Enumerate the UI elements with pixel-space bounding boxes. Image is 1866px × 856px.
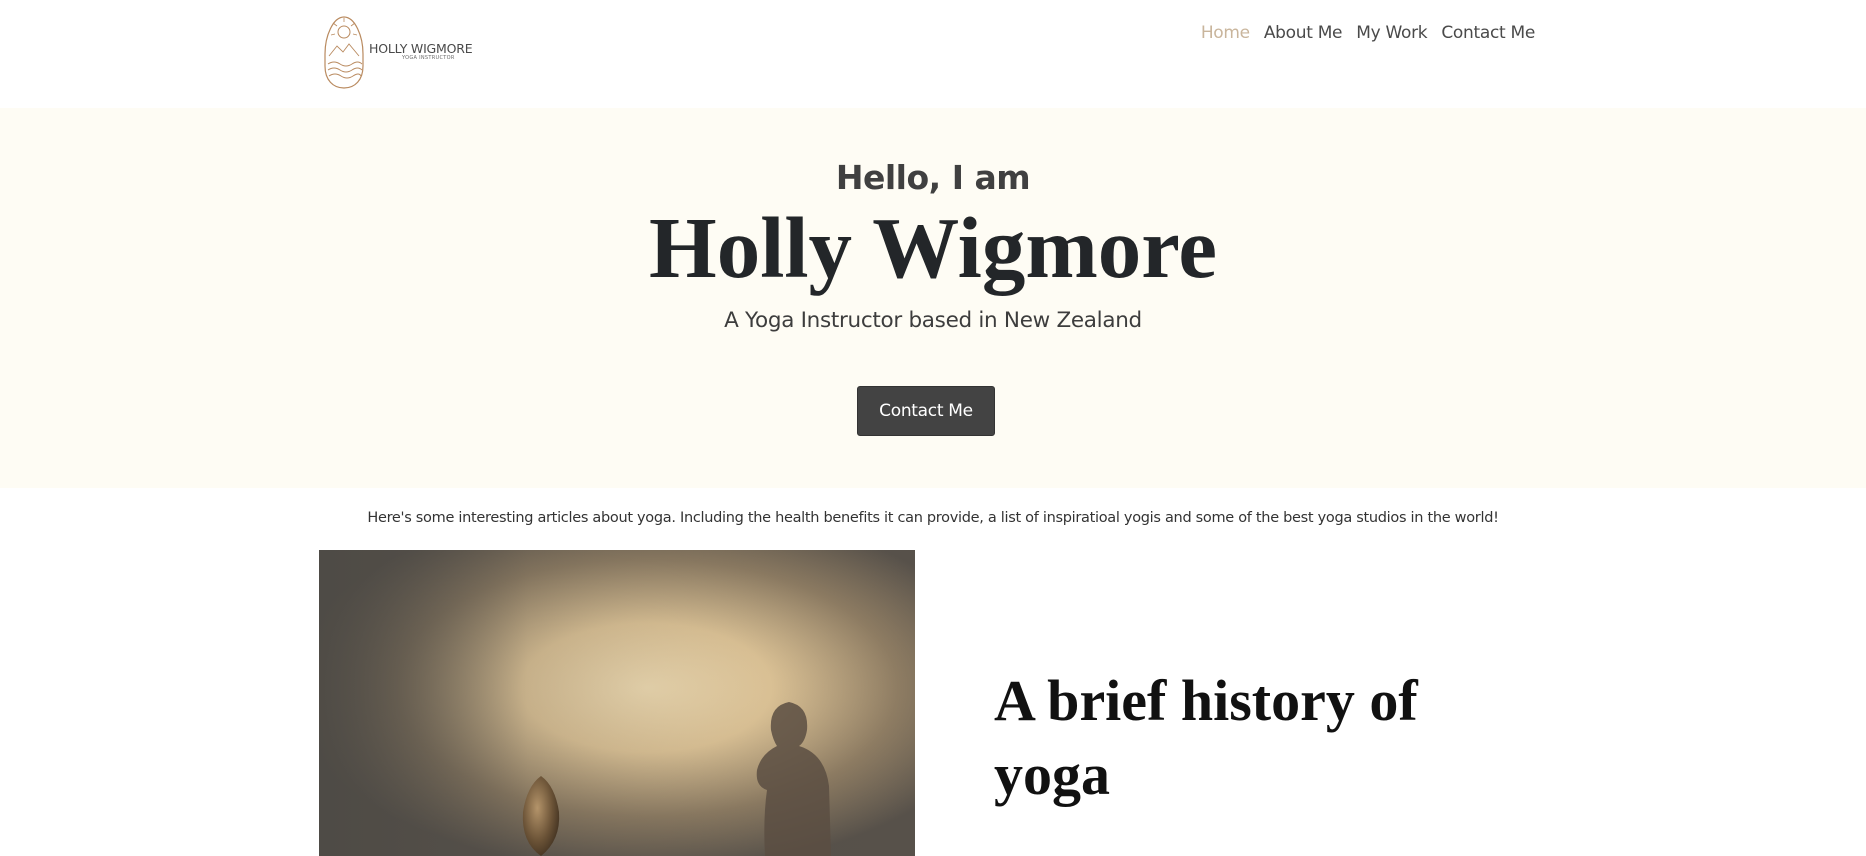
main-nav: Home About Me My Work Contact Me [1187,22,1535,44]
logo-name: HOLLY WIGMORE [369,40,473,56]
intro-text: Here's some interesting articles about y… [367,510,1499,526]
logo-subtitle: YOGA INSTRUCTOR [402,55,455,62]
logo-text: HOLLY WIGMORE YOGA INSTRUCTOR [369,40,473,62]
nav-item-my-work[interactable]: My Work [1356,22,1427,44]
article-image[interactable] [319,550,915,856]
site-header: HOLLY WIGMORE YOGA INSTRUCTOR Home About… [0,0,1866,108]
hero-greeting: Hello, I am [835,158,1031,197]
site-logo[interactable]: HOLLY WIGMORE YOGA INSTRUCTOR [319,14,473,90]
nav-item-home[interactable]: Home [1201,22,1250,44]
hero-name: Holly Wigmore [649,199,1217,296]
yoga-figurine-image [319,550,915,856]
hero-section: Hello, I am Holly Wigmore A Yoga Instruc… [0,108,1866,488]
nav-item-about-me[interactable]: About Me [1264,22,1343,44]
nav-item-contact-me[interactable]: Contact Me [1441,22,1535,44]
logo-arch-sun-waves-icon [324,16,364,89]
article-title[interactable]: A brief history of yoga [994,664,1494,812]
contact-me-button[interactable]: Contact Me [857,386,995,436]
hero-tagline: A Yoga Instructor based in New Zealand [724,308,1142,333]
